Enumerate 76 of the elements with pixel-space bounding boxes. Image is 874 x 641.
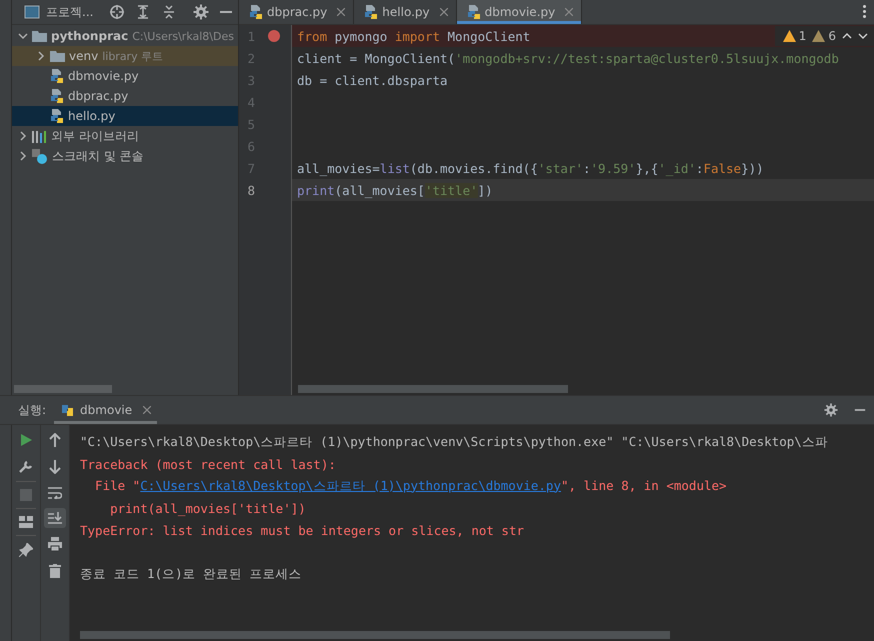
chevron-icon[interactable] <box>18 131 28 141</box>
code-line: all_movies=list(db.movies.find({'star':'9.59'},{'_id':False})) <box>297 160 764 176</box>
scratch-console-icon <box>32 148 48 164</box>
tree-item[interactable]: dbprac.py <box>12 86 238 106</box>
arrow-up-icon[interactable] <box>49 433 61 447</box>
console-line: 종료 코드 1(으)로 완료된 프로세스 <box>80 566 302 582</box>
run-label: 실행: <box>18 402 46 418</box>
editor-tab[interactable]: dbmovie.py <box>456 0 582 24</box>
warning-count[interactable]: 6 <box>812 29 836 43</box>
scrollbar[interactable] <box>14 385 112 393</box>
folder-icon <box>50 50 65 62</box>
python-file-icon <box>249 4 263 20</box>
folder-window-icon <box>24 5 40 19</box>
caret-down-icon[interactable] <box>858 33 868 39</box>
warning-count[interactable]: 1 <box>782 29 806 43</box>
editor-tab[interactable]: dbprac.py <box>239 0 354 24</box>
locate-icon[interactable] <box>109 4 126 20</box>
pin-icon[interactable] <box>19 543 33 557</box>
python-icon <box>60 402 76 418</box>
more-icon[interactable] <box>863 5 866 18</box>
python-file-icon <box>50 88 64 104</box>
tree-item[interactable]: dbmovie.py <box>12 66 238 86</box>
chevron-icon[interactable] <box>18 31 28 41</box>
tree-item-label: hello.py <box>68 109 116 123</box>
python-file-icon <box>364 4 378 20</box>
console-line: File "C:\Users\rkal8\Desktop\스파르타 (1)\pythonprac\dbmovie.py", line 8, in <module> <box>94 478 727 494</box>
code-line: from pymongo import MongoClient <box>297 28 530 44</box>
console-line: Traceback (most recent call last): <box>80 456 336 472</box>
tree-item-path: C:\Users\rkal8\Des <box>132 30 234 42</box>
settings-icon[interactable] <box>193 4 210 20</box>
tree-item-label: pythonprac <box>51 29 128 43</box>
tree-item-label: 스크래치 및 콘솔 <box>52 148 144 164</box>
close-icon[interactable] <box>143 406 152 414</box>
chevron-icon[interactable] <box>18 151 28 161</box>
breakpoint-icon[interactable] <box>268 30 280 42</box>
line-number: 8 <box>246 182 255 198</box>
python-file-icon <box>50 68 64 84</box>
close-icon[interactable] <box>337 8 346 16</box>
run-tab[interactable]: dbmovie <box>54 396 158 424</box>
scroll-to-end-button[interactable] <box>44 508 66 528</box>
console-line: TypeError: list indices must be integers or slices, not str <box>80 522 524 538</box>
file-link[interactable]: C:\Users\rkal8\Desktop\스파르타 (1)\pythonprac\dbmovie.py <box>140 478 561 492</box>
soft-wrap-icon[interactable] <box>48 487 62 499</box>
tree-item[interactable]: hello.py <box>12 106 238 126</box>
play-icon[interactable] <box>19 433 33 447</box>
scrollbar[interactable] <box>80 631 670 639</box>
tree-item[interactable]: pythonprac C:\Users\rkal8\Des <box>12 26 238 46</box>
print-icon[interactable] <box>48 537 62 551</box>
code-line: print(all_movies['title']) <box>297 182 493 198</box>
console-line: "C:\Users\rkal8\Desktop\스파르타 (1)\pythonprac\venv\Scripts\python.exe" "C:\Users\rkal8\Desktop\스파 <box>80 434 828 450</box>
console-line: print(all_movies['title']) <box>109 500 306 516</box>
python-file-icon <box>50 108 64 124</box>
caret-up-icon[interactable] <box>842 33 852 39</box>
code-line: db = client.dbsparta <box>297 72 448 88</box>
chevron-icon[interactable] <box>36 51 46 61</box>
code-line: client = MongoClient('mongodb+srv://test:sparta@cluster0.5lsuujx.mongodb <box>297 50 839 66</box>
python-file-icon <box>466 4 481 20</box>
settings-icon[interactable] <box>824 403 838 417</box>
project-panel-title[interactable]: 프로젝... <box>46 4 94 20</box>
trash-icon[interactable] <box>49 564 61 578</box>
library-icon <box>32 130 47 142</box>
tree-item-label: dbmovie.py <box>68 69 139 83</box>
tree-item[interactable]: venv library 루트 <box>12 46 238 66</box>
tree-item-label: dbprac.py <box>68 89 128 103</box>
wrench-icon[interactable] <box>19 460 33 474</box>
close-icon[interactable] <box>440 8 448 16</box>
tree-item-label: 외부 라이브러리 <box>51 128 139 144</box>
tree-item[interactable]: 스크래치 및 콘솔 <box>12 146 238 166</box>
tree-item-note: library 루트 <box>102 48 164 64</box>
tree-item-label: venv <box>69 49 98 63</box>
arrow-down-icon[interactable] <box>49 460 61 474</box>
editor-tab[interactable]: hello.py <box>354 0 457 24</box>
folder-icon <box>32 30 47 42</box>
layout-icon[interactable] <box>19 516 33 528</box>
scrollbar[interactable] <box>298 385 568 393</box>
tree-item[interactable]: 외부 라이브러리 <box>12 126 238 146</box>
